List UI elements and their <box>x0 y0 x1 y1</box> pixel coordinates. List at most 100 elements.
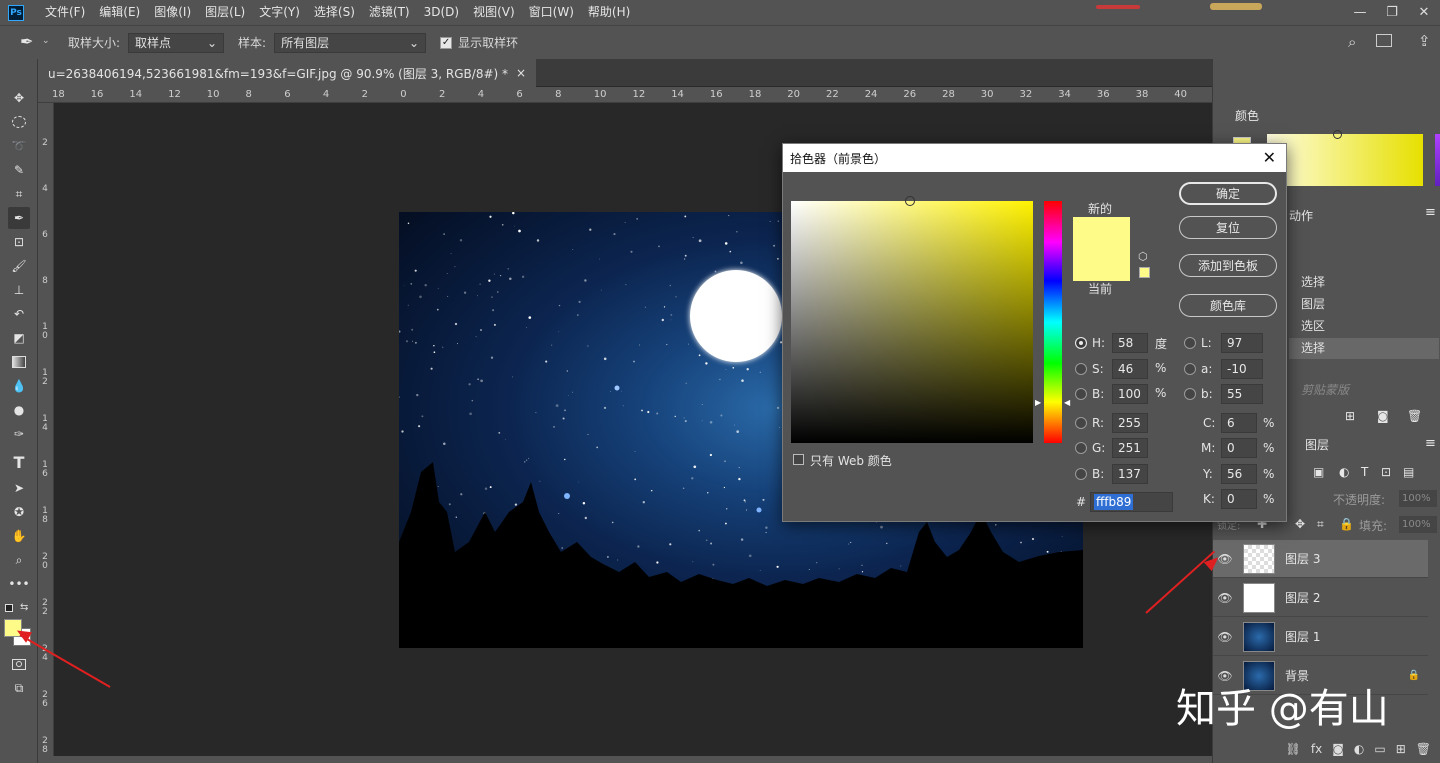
pen-tool-icon[interactable]: ✑ <box>8 423 30 445</box>
marquee-tool-icon[interactable] <box>8 111 30 133</box>
b-radio[interactable] <box>1075 388 1087 400</box>
l-input[interactable]: 97 <box>1221 333 1263 353</box>
menu-image[interactable]: 图像(I) <box>147 0 198 25</box>
menu-view[interactable]: 视图(V) <box>466 0 522 25</box>
web-only-checkbox[interactable] <box>793 454 804 465</box>
link-layers-icon[interactable]: ⛓ <box>1286 742 1301 756</box>
menu-select[interactable]: 选择(S) <box>307 0 362 25</box>
blur-tool-icon[interactable]: 💧 <box>8 375 30 397</box>
filter-type-icon[interactable]: T <box>1361 465 1368 479</box>
menu-filter[interactable]: 滤镜(T) <box>362 0 417 25</box>
g-input[interactable]: 251 <box>1112 438 1148 458</box>
quick-mask-icon[interactable] <box>8 653 30 675</box>
a-input[interactable]: -10 <box>1221 359 1263 379</box>
reset-button[interactable]: 复位 <box>1179 216 1277 239</box>
hue-slider-right-arrow-icon[interactable]: ◀ <box>1064 398 1070 407</box>
close-window-button[interactable]: ✕ <box>1408 5 1440 20</box>
eyedropper-tool-icon[interactable]: ✒ <box>8 207 30 229</box>
lock-position-icon[interactable]: ✥ <box>1295 517 1305 531</box>
more-tools-icon[interactable]: ••• <box>8 573 30 595</box>
hand-tool-icon[interactable]: ✋ <box>8 525 30 547</box>
lab-b-input[interactable]: 55 <box>1221 384 1263 404</box>
path-select-tool-icon[interactable]: ➤ <box>8 477 30 499</box>
menu-layer[interactable]: 图层(L) <box>198 0 252 25</box>
show-ring-checkbox[interactable]: ✓ <box>440 36 453 49</box>
type-tool-icon[interactable]: T <box>8 451 30 473</box>
visibility-eye-icon[interactable]: 👁 <box>1213 630 1237 644</box>
document-tab[interactable]: u=2638406194,523661981&fm=193&f=GIF.jpg … <box>38 59 537 87</box>
history-item[interactable]: 选择 <box>1289 272 1439 293</box>
s-input[interactable]: 46 <box>1112 359 1148 379</box>
layer-row[interactable]: 👁 图层 2 <box>1213 579 1428 617</box>
menu-help[interactable]: 帮助(H) <box>581 0 637 25</box>
gradient-tool-icon[interactable] <box>8 351 30 373</box>
fx-icon[interactable]: fx <box>1311 742 1322 756</box>
menu-3d[interactable]: 3D(D) <box>417 0 466 25</box>
sample-size-select[interactable]: 取样点 ⌄ <box>128 32 225 53</box>
layer-name[interactable]: 图层 1 <box>1285 628 1320 645</box>
filter-adjust-icon[interactable]: ◐ <box>1339 465 1349 479</box>
c-input[interactable]: 6 <box>1221 413 1257 433</box>
lock-artboard-icon[interactable]: ⌗ <box>1317 517 1324 532</box>
saturation-brightness-field[interactable] <box>791 196 1033 443</box>
swap-colors-icon[interactable]: ⇆ <box>20 602 28 613</box>
new-group-icon[interactable]: ▭ <box>1374 742 1385 756</box>
eraser-tool-icon[interactable]: ◩ <box>8 327 30 349</box>
layer-row[interactable]: 👁 图层 1 <box>1213 618 1428 656</box>
add-to-swatches-button[interactable]: 添加到色板 <box>1179 254 1277 277</box>
layer-name[interactable]: 图层 3 <box>1285 550 1320 567</box>
actions-panel-tab[interactable]: 动作 <box>1289 207 1313 224</box>
zoom-tool-icon[interactable]: ⌕ <box>8 549 30 571</box>
adjustment-layer-icon[interactable]: ◐ <box>1354 742 1364 756</box>
layer-row-selected[interactable]: 👁 图层 3 <box>1213 540 1428 578</box>
trash-icon[interactable]: 🗑 <box>1407 409 1422 423</box>
fill-input[interactable]: 100% <box>1399 516 1437 533</box>
chevron-down-icon[interactable]: ⌄ <box>42 36 50 46</box>
menu-edit[interactable]: 编辑(E) <box>92 0 147 25</box>
healing-brush-tool-icon[interactable]: ⊡ <box>8 231 30 253</box>
layers-panel-tab[interactable]: 图层 <box>1305 436 1329 453</box>
history-item[interactable]: 选区 <box>1289 316 1439 337</box>
minimize-button[interactable]: — <box>1344 5 1376 20</box>
screen-mode-icon[interactable]: ⧉ <box>8 677 30 699</box>
color-ramp[interactable] <box>1267 130 1423 186</box>
sample-select[interactable]: 所有图层 ⌄ <box>274 32 427 53</box>
blue-input[interactable]: 137 <box>1112 464 1148 484</box>
color-panel-tab[interactable]: 颜色 <box>1235 107 1259 124</box>
dodge-tool-icon[interactable]: ● <box>8 399 30 421</box>
workspace-icon[interactable] <box>1376 34 1392 47</box>
eyedropper-preset-icon[interactable]: ✒ <box>20 32 33 51</box>
share-icon[interactable]: ⇪ <box>1418 32 1431 50</box>
opacity-input[interactable]: 100% <box>1399 490 1437 507</box>
s-radio[interactable] <box>1075 363 1087 375</box>
cube-warning-icon[interactable]: ⬡ <box>1138 250 1148 263</box>
search-icon[interactable]: ⌕ <box>1348 33 1356 51</box>
crop-tool-icon[interactable]: ⌗ <box>8 183 30 205</box>
history-item[interactable]: 剪贴蒙版 <box>1289 380 1439 401</box>
clone-stamp-tool-icon[interactable]: ⊥ <box>8 279 30 301</box>
b-input[interactable]: 100 <box>1112 384 1148 404</box>
lasso-tool-icon[interactable]: ➰ <box>8 135 30 157</box>
h-input[interactable]: 58 <box>1112 333 1148 353</box>
quick-select-tool-icon[interactable]: ✎ <box>8 159 30 181</box>
lock-all-icon[interactable]: 🔒 <box>1339 517 1354 531</box>
visibility-eye-icon[interactable]: 👁 <box>1213 591 1237 605</box>
default-colors-icon[interactable] <box>5 604 13 612</box>
close-icon[interactable]: ✕ <box>1263 148 1276 167</box>
menu-window[interactable]: 窗口(W) <box>522 0 581 25</box>
restore-button[interactable]: ❐ <box>1376 5 1408 20</box>
hex-input[interactable]: fffb89 <box>1090 492 1173 512</box>
color-libraries-button[interactable]: 颜色库 <box>1179 294 1277 317</box>
h-radio[interactable] <box>1075 337 1087 349</box>
filter-smart-icon[interactable]: ▤ <box>1403 465 1414 479</box>
hue-slider-left-arrow-icon[interactable]: ▶ <box>1035 398 1041 407</box>
move-tool-icon[interactable]: ✥ <box>8 87 30 109</box>
a-radio[interactable] <box>1184 363 1196 375</box>
blue-radio[interactable] <box>1075 468 1087 480</box>
r-input[interactable]: 255 <box>1112 413 1148 433</box>
history-item-selected[interactable]: 选择 <box>1289 338 1439 359</box>
close-tab-icon[interactable]: × <box>516 66 526 80</box>
layer-name[interactable]: 图层 2 <box>1285 589 1320 606</box>
ok-button[interactable]: 确定 <box>1179 182 1277 205</box>
shape-tool-icon[interactable]: ✪ <box>8 501 30 523</box>
